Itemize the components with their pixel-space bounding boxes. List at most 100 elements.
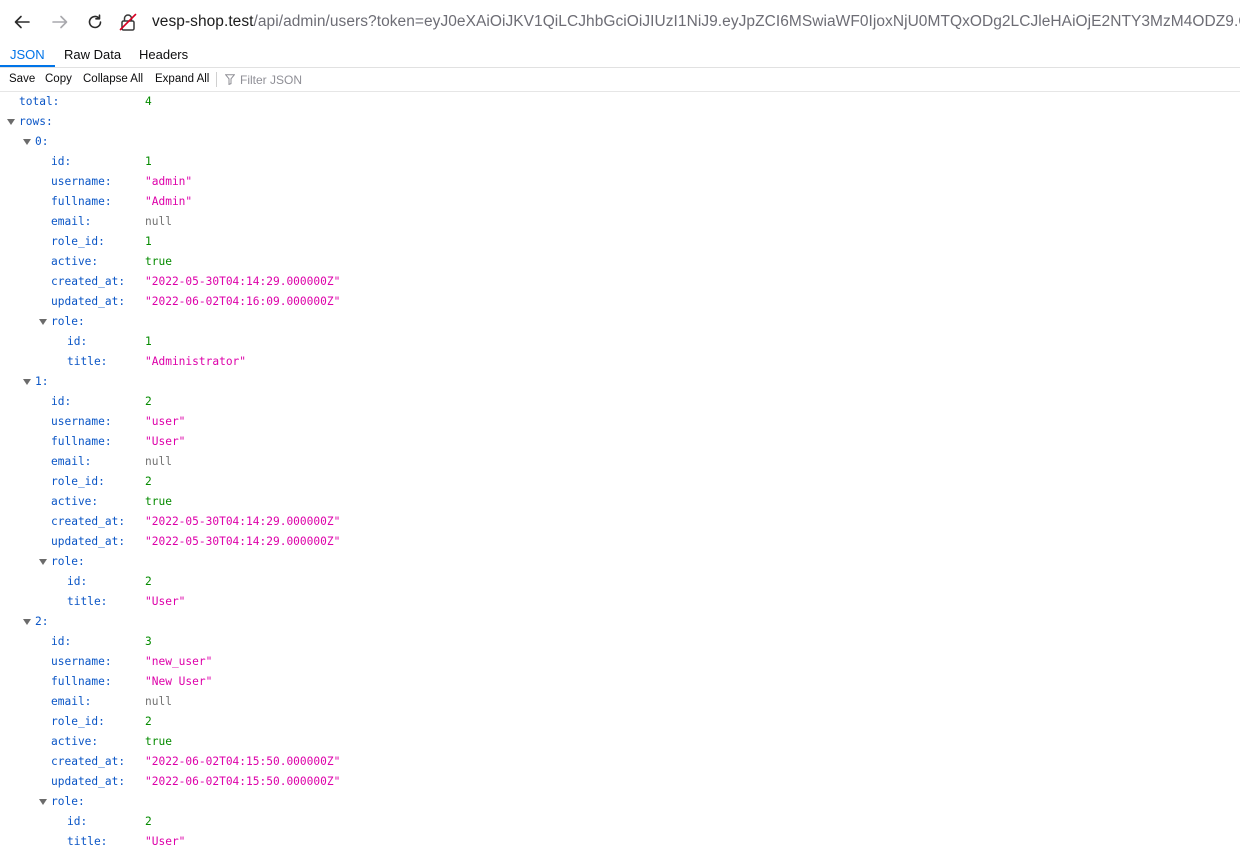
json-key: role: — [51, 555, 85, 568]
json-key: role_id: — [51, 475, 105, 488]
json-value: 2 — [145, 475, 152, 488]
expand-all-button[interactable]: Expand All — [155, 68, 209, 91]
tab-headers[interactable]: Headers — [129, 43, 198, 67]
json-value: 2 — [145, 715, 152, 728]
expand-triangle-icon[interactable] — [39, 319, 47, 325]
tree-row: updated_at: "2022-05-30T04:14:29.000000Z" — [0, 532, 1240, 552]
tree-row: id: 1 — [0, 332, 1240, 352]
back-arrow-icon — [14, 15, 30, 29]
tree-row: updated_at: "2022-06-02T04:16:09.000000Z" — [0, 292, 1240, 312]
tree-row: id: 1 — [0, 152, 1240, 172]
json-key: id: — [67, 575, 88, 588]
tree-row: fullname: "User" — [0, 432, 1240, 452]
json-key: role_id: — [51, 235, 105, 248]
tree-row: active: true — [0, 732, 1240, 752]
tree-row: title: "Administrator" — [0, 352, 1240, 372]
tree-node[interactable]: 0: — [0, 132, 1240, 152]
tree-row: id: 3 — [0, 632, 1240, 652]
back-button[interactable] — [11, 11, 33, 33]
json-key: fullname: — [51, 435, 112, 448]
json-value: "Administrator" — [145, 355, 247, 368]
json-key: rows: — [19, 115, 53, 128]
tree-row: id: 2 — [0, 572, 1240, 592]
json-key: active: — [51, 495, 99, 508]
tree-node[interactable]: role: — [0, 552, 1240, 572]
expand-triangle-icon[interactable] — [39, 799, 47, 805]
tab-json[interactable]: JSON — [0, 43, 55, 67]
tree-row: email: null — [0, 212, 1240, 232]
json-key: title: — [67, 835, 108, 848]
json-value: "2022-05-30T04:14:29.000000Z" — [145, 535, 341, 548]
copy-button[interactable]: Copy — [45, 68, 72, 91]
tree-row: email: null — [0, 692, 1240, 712]
tree-row: email: null — [0, 452, 1240, 472]
url-text: vesp-shop.test/api/admin/users?token=eyJ… — [152, 13, 1240, 31]
filter-box — [225, 68, 440, 91]
tree-row: title: "User" — [0, 832, 1240, 852]
forward-button[interactable] — [49, 11, 71, 33]
viewer-tabs: JSON Raw Data Headers — [0, 43, 1240, 68]
json-key: 1: — [35, 375, 49, 388]
insecure-lock-icon — [119, 13, 137, 31]
json-value: "User" — [145, 835, 186, 848]
tree-row: created_at: "2022-05-30T04:14:29.000000Z" — [0, 272, 1240, 292]
json-key: title: — [67, 355, 108, 368]
tree-row: active: true — [0, 252, 1240, 272]
json-key: created_at: — [51, 275, 126, 288]
tree-node[interactable]: rows: — [0, 112, 1240, 132]
tree-row: username: "new_user" — [0, 652, 1240, 672]
collapse-all-button[interactable]: Collapse All — [83, 68, 143, 91]
json-key: role_id: — [51, 715, 105, 728]
json-key: username: — [51, 655, 112, 668]
json-value: true — [145, 255, 172, 268]
json-key: id: — [51, 395, 72, 408]
json-key: email: — [51, 455, 92, 468]
json-value: true — [145, 495, 172, 508]
json-value: 2 — [145, 575, 152, 588]
expand-triangle-icon[interactable] — [7, 119, 15, 125]
tree-row: id: 2 — [0, 812, 1240, 832]
json-key: created_at: — [51, 515, 126, 528]
address-bar: vesp-shop.test/api/admin/users?token=eyJ… — [0, 0, 1240, 44]
tree-node[interactable]: 2: — [0, 612, 1240, 632]
json-key: id: — [67, 335, 88, 348]
json-key: active: — [51, 735, 99, 748]
url-field[interactable]: vesp-shop.test/api/admin/users?token=eyJ… — [118, 6, 1240, 37]
reload-icon — [88, 14, 102, 29]
tree-row: username: "admin" — [0, 172, 1240, 192]
json-value: "User" — [145, 435, 186, 448]
tree-row: total: 4 — [0, 92, 1240, 112]
reload-button[interactable] — [84, 11, 106, 33]
tab-raw-data[interactable]: Raw Data — [54, 43, 131, 67]
json-value: "admin" — [145, 175, 193, 188]
json-key: fullname: — [51, 675, 112, 688]
expand-triangle-icon[interactable] — [39, 559, 47, 565]
json-value: true — [145, 735, 172, 748]
filter-json-input[interactable] — [240, 72, 440, 87]
expand-triangle-icon[interactable] — [23, 139, 31, 145]
json-key: 0: — [35, 135, 49, 148]
tree-node[interactable]: role: — [0, 312, 1240, 332]
tree-row: title: "User" — [0, 592, 1240, 612]
save-button[interactable]: Save — [9, 68, 35, 91]
expand-triangle-icon[interactable] — [23, 379, 31, 385]
json-key: email: — [51, 215, 92, 228]
tree-row: role_id: 2 — [0, 712, 1240, 732]
expand-triangle-icon[interactable] — [23, 619, 31, 625]
json-value: 1 — [145, 335, 152, 348]
json-value: 3 — [145, 635, 152, 648]
json-value: "2022-05-30T04:14:29.000000Z" — [145, 275, 341, 288]
json-key: updated_at: — [51, 535, 126, 548]
json-value: "New User" — [145, 675, 213, 688]
json-key: created_at: — [51, 755, 126, 768]
json-key: 2: — [35, 615, 49, 628]
json-key: role: — [51, 795, 85, 808]
tree-node[interactable]: role: — [0, 792, 1240, 812]
tree-node[interactable]: 1: — [0, 372, 1240, 392]
tree-row: fullname: "New User" — [0, 672, 1240, 692]
json-key: id: — [51, 635, 72, 648]
json-key: email: — [51, 695, 92, 708]
json-value: "Admin" — [145, 195, 193, 208]
json-key: active: — [51, 255, 99, 268]
json-key: id: — [67, 815, 88, 828]
